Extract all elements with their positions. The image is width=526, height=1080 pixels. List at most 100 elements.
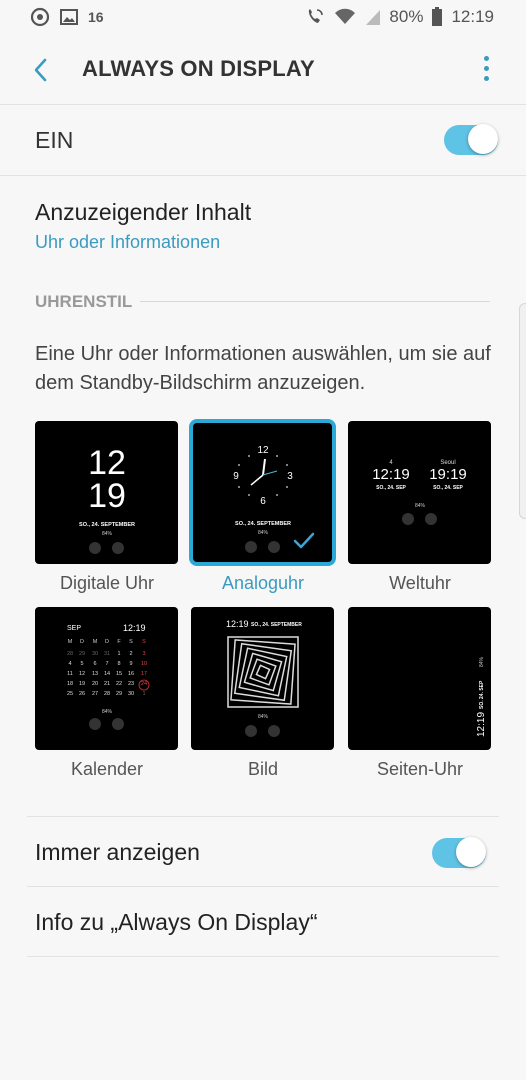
svg-text:84%: 84% [258,530,269,536]
world-clock-preview: 4 Seoul 12:19 19:19 SO., 24. SEP SO., 24… [372,460,467,525]
svg-text:12:19: 12:19 [123,623,146,633]
calendar-day: 14 [104,671,110,677]
calendar-day: 3 [142,651,145,657]
sync-icon [30,7,50,27]
svg-text:84%: 84% [258,714,269,720]
content-setting-title: Anzuzeigender Inhalt [35,199,252,225]
always-show-row[interactable]: Immer anzeigen [0,818,526,886]
svg-text:6: 6 [260,496,266,507]
always-show-toggle[interactable] [432,837,486,868]
calendar-day: 18 [67,681,73,687]
calendar-day: 25 [67,691,73,697]
calendar-weekday: D [80,639,84,645]
calendar-weekday: F [117,639,121,645]
svg-text:9: 9 [233,471,239,482]
calendar-day: 13 [92,671,98,677]
app-bar: ALWAYS ON DISPLAY [0,36,526,105]
clock-option-calendar[interactable]: SEP 12:19 M D M D F S S 28 29 30 31 1 2 3 4 5 6 7 8 9 10 11 12… [35,607,178,750]
master-switch-label: EIN [35,127,74,153]
svg-text:12:19: 12:19 [226,619,249,629]
calendar-day: 7 [105,661,108,667]
divider [27,816,499,817]
clock-option-label-side: Seiten-Uhr [376,759,464,779]
svg-text:19: 19 [88,477,126,515]
calendar-day: 11 [67,671,73,677]
calendar-day: 20 [92,681,98,687]
scroll-handle[interactable] [519,303,526,519]
signal-icon [365,8,381,26]
calendar-day: 22 [116,681,122,687]
notification-count: 16 [88,9,104,25]
svg-text:SEP: SEP [67,625,81,632]
calendar-day: 9 [129,661,132,667]
calendar-day: 29 [79,651,85,657]
svg-text:84%: 84% [102,709,113,715]
calendar-day: 5 [80,661,83,667]
wifi-icon [333,8,357,26]
wifi-call-icon [305,7,325,27]
clock-option-world[interactable]: 4 Seoul 12:19 19:19 SO., 24. SEP SO., 24… [348,421,491,564]
calendar-day: 15 [116,671,122,677]
calendar-day: 31 [104,651,110,657]
calendar-day: 29 [116,691,122,697]
calendar-day: 23 [128,681,134,687]
calendar-day: 1 [142,691,145,697]
clock-option-image[interactable]: 12:19 SO., 24. SEPTEMBER 84% [191,607,334,750]
calendar-day: 16 [128,671,134,677]
more-vert-icon[interactable] [480,56,492,86]
divider [27,956,499,957]
svg-text:SO., 24. SEP: SO., 24. SEP [376,485,406,491]
calendar-weekday: S [129,639,133,645]
calendar-weekday: M [68,639,73,645]
clock-option-label-world: Weltuhr [389,573,451,593]
svg-text:84%: 84% [415,503,426,509]
calendar-day: 2 [129,651,132,657]
calendar-day: 21 [104,681,110,687]
page-title: ALWAYS ON DISPLAY [82,56,315,81]
clock-option-analog[interactable]: 12 3 6 9 SO., 24. SEPTEMBER 84% [193,423,332,562]
back-chevron-icon[interactable] [26,54,56,86]
always-show-label: Immer anzeigen [35,839,200,865]
clock-option-label-image: Bild [247,759,278,779]
clock-option-label-analog: Analoguhr [221,573,305,593]
battery-icon [431,7,443,27]
clock-option-label-digital: Digitale Uhr [59,573,155,593]
svg-text:12:19: 12:19 [372,466,410,483]
calendar-day: 10 [141,661,147,667]
spiral-art [227,636,299,708]
calendar-weekday: S [142,639,146,645]
side-clock-preview: 12:19 SO. 24. SEP 84% [476,656,487,737]
analog-clock-preview: 12 3 6 9 SO., 24. SEPTEMBER 84% [233,445,315,553]
svg-text:SO., 24. SEPTEMBER: SO., 24. SEPTEMBER [79,522,135,528]
master-switch-row[interactable]: EIN [0,105,526,176]
calendar-day: 28 [104,691,110,697]
selected-check-icon [293,532,315,549]
master-switch-toggle[interactable] [444,124,498,155]
svg-text:SO., 24. SEP: SO., 24. SEP [433,485,463,491]
clock-option-side[interactable]: 12:19 SO. 24. SEP 84% [348,607,491,750]
calendar-weekday: D [105,639,109,645]
calendar-day: 1 [117,651,120,657]
calendar-day: 26 [79,691,85,697]
calendar-day: 30 [92,651,98,657]
battery-percent: 80% [389,7,424,26]
image-icon [60,8,78,26]
svg-text:SO., 24. SEPTEMBER: SO., 24. SEPTEMBER [235,521,291,527]
section-divider [140,301,490,302]
clock-option-digital[interactable]: 12 19 SO., 24. SEPTEMBER 84% [35,421,178,564]
calendar-day: 30 [128,691,134,697]
svg-text:12:19: 12:19 [476,712,487,737]
content-setting-value: Uhr oder Informationen [35,232,221,252]
clock-time: 12:19 [451,7,494,26]
about-aod-row[interactable]: Info zu „Always On Display“ [0,888,526,956]
digital-clock-preview: 12 19 SO., 24. SEPTEMBER 84% [79,444,135,554]
svg-text:3: 3 [287,471,293,482]
status-bar: 16 80% 12:19 [0,0,526,36]
calendar-day: 8 [117,661,120,667]
calendar-day: 27 [92,691,98,697]
calendar-day: 4 [68,661,71,667]
divider [27,886,499,887]
about-aod-label: Info zu „Always On Display“ [35,909,318,935]
calendar-day: 28 [67,651,73,657]
content-setting-row[interactable]: Anzuzeigender Inhalt Uhr oder Informatio… [0,185,526,265]
